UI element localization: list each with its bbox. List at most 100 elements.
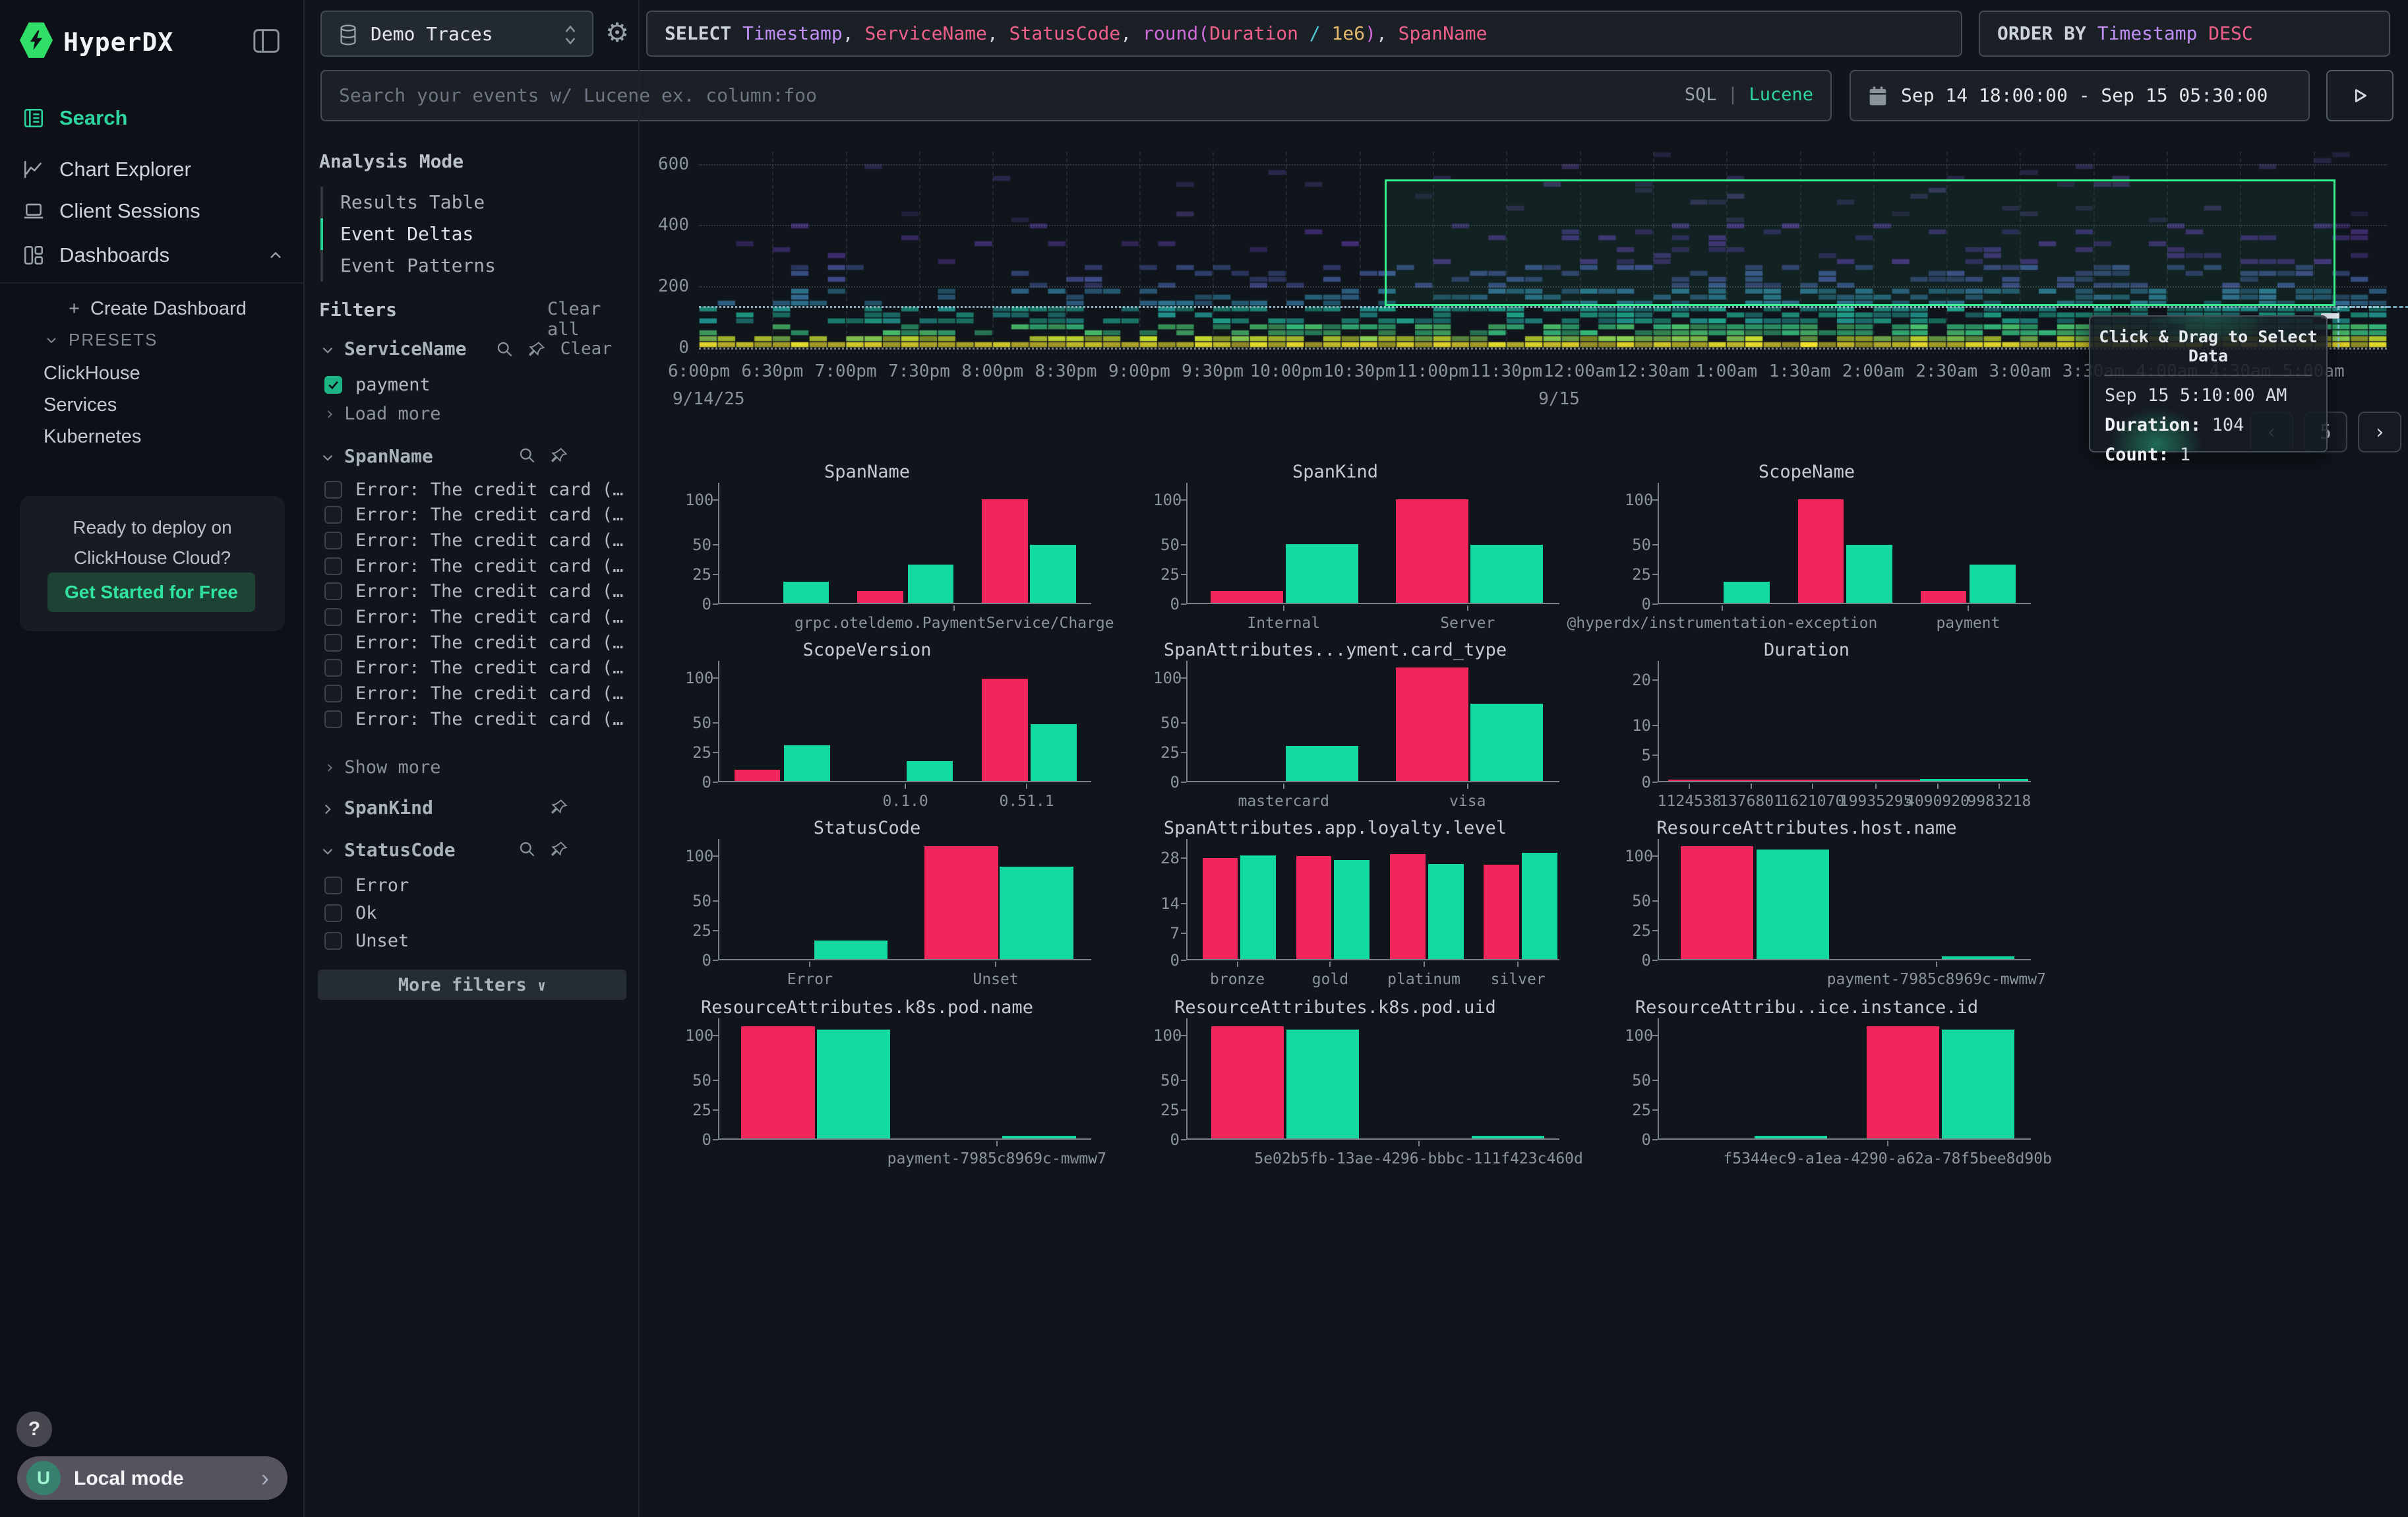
sidebar-item-chart-explorer[interactable]: Chart Explorer xyxy=(0,152,305,187)
create-dashboard-button[interactable]: +Create Dashboard xyxy=(69,298,247,320)
y-tick-mark xyxy=(1652,960,1658,961)
filter-group-spanname[interactable]: SpanName xyxy=(319,445,625,472)
help-button[interactable]: ? xyxy=(16,1411,52,1447)
chart-title: SpanAttributes...yment.card_type xyxy=(1153,640,1517,660)
y-tick-label: 20 xyxy=(1625,671,1651,689)
filter-checkbox-row[interactable]: payment xyxy=(324,371,615,398)
show-more-button[interactable]: ›Show more xyxy=(324,757,441,778)
y-tick-mark xyxy=(713,677,718,679)
sidebar-item-dashboards[interactable]: Dashboards xyxy=(0,237,305,273)
checkbox[interactable] xyxy=(324,608,342,626)
sidebar-item-search[interactable]: Search xyxy=(0,100,305,136)
bar xyxy=(1942,956,2014,959)
bar xyxy=(1867,1026,1939,1138)
chart-plot[interactable] xyxy=(1658,666,2031,782)
filter-checkbox-row[interactable]: Error: The credit card (… xyxy=(324,553,615,579)
checkbox[interactable] xyxy=(324,904,342,922)
panel-collapse-icon xyxy=(252,28,281,54)
x-tick-mark xyxy=(1026,784,1027,789)
checkbox[interactable] xyxy=(324,685,342,702)
pin-icon[interactable] xyxy=(528,340,546,358)
preset-clickhouse[interactable]: ClickHouse xyxy=(44,363,140,385)
chart-plot[interactable] xyxy=(1186,1024,1559,1140)
filter-checkbox-row[interactable]: Ok xyxy=(324,900,615,926)
promo-line-1: Ready to deploy on xyxy=(20,517,285,538)
y-tick-label: 5 xyxy=(1625,746,1651,764)
clickhouse-cloud-promo-card: Ready to deploy on ClickHouse Cloud? Get… xyxy=(20,496,285,631)
filter-checkbox-row[interactable]: Error: The credit card (… xyxy=(324,578,615,605)
filter-checkbox-row[interactable]: Unset xyxy=(324,927,615,954)
checkbox[interactable] xyxy=(324,877,342,894)
y-tick-mark xyxy=(713,604,718,605)
chart-plot[interactable] xyxy=(1186,844,1559,960)
checkbox[interactable] xyxy=(324,659,342,677)
preset-kubernetes[interactable]: Kubernetes xyxy=(44,426,141,448)
y-tick-mark xyxy=(1652,725,1658,726)
preset-services[interactable]: Services xyxy=(44,394,117,416)
bar xyxy=(1755,1136,1827,1138)
filter-checkbox-row[interactable]: Error: The credit card (… xyxy=(324,476,615,503)
filter-group-spankind[interactable]: SpanKind xyxy=(319,797,625,823)
chart-plot[interactable] xyxy=(718,488,1091,604)
chart-plot[interactable] xyxy=(1658,488,2031,604)
filter-checkbox-row[interactable]: Error: The credit card (… xyxy=(324,629,615,656)
analysis-mode-item[interactable]: Event Deltas xyxy=(320,218,624,250)
search-icon[interactable] xyxy=(518,840,536,858)
presets-toggle[interactable]: PRESETS xyxy=(44,330,158,350)
filter-checkbox-row[interactable]: Error: The credit card (… xyxy=(324,502,615,528)
more-filters-button[interactable]: More filters ∨ xyxy=(318,970,626,1000)
chart-plot[interactable] xyxy=(1186,488,1559,604)
filter-checkbox-row[interactable]: Error: The credit card (… xyxy=(324,527,615,553)
sidebar-item-client-sessions[interactable]: Client Sessions xyxy=(0,193,305,229)
y-tick-mark xyxy=(1181,933,1186,934)
checkbox[interactable] xyxy=(324,532,342,549)
filter-checkbox-row[interactable]: Error: The credit card (… xyxy=(324,706,615,732)
bar-chart-statuscode: StatusCode10050250ErrorUnset xyxy=(685,818,1094,993)
check-icon xyxy=(327,379,340,391)
search-icon[interactable] xyxy=(518,447,536,464)
filter-group-servicename[interactable]: ServiceName Clear xyxy=(319,338,625,364)
checkbox[interactable] xyxy=(324,557,342,575)
filter-checkbox-row[interactable]: Error: The credit card (… xyxy=(324,604,615,631)
chart-plot[interactable] xyxy=(718,844,1091,960)
checkbox[interactable] xyxy=(324,710,342,728)
load-more-button[interactable]: ›Load more xyxy=(324,404,441,424)
chart-plot[interactable] xyxy=(718,666,1091,782)
chevron-right-icon: › xyxy=(261,1464,269,1492)
x-tick-label: payment-7985c8969c-mwmw7 xyxy=(1765,971,2108,988)
checkbox[interactable] xyxy=(324,506,342,524)
search-icon[interactable] xyxy=(496,340,514,358)
filter-checkbox-row[interactable]: Error xyxy=(324,872,615,898)
filter-checkbox-row[interactable]: Error: The credit card (… xyxy=(324,655,615,681)
y-tick-label: 100 xyxy=(1625,847,1651,865)
analysis-mode-item[interactable]: Event Patterns xyxy=(320,250,624,282)
filter-group-statuscode[interactable]: StatusCode xyxy=(319,839,625,865)
clear-all-filters[interactable]: Clear all xyxy=(547,299,638,340)
x-tick-label: payment-7985c8969c-mwmw7 xyxy=(826,1150,1168,1167)
y-tick-label: 100 xyxy=(1625,1026,1651,1045)
pin-icon[interactable] xyxy=(551,840,568,858)
chart-plot[interactable] xyxy=(718,1024,1091,1140)
x-tick-mark xyxy=(1722,605,1723,611)
y-tick-mark xyxy=(713,782,718,783)
chart-plot[interactable] xyxy=(1186,666,1559,782)
pin-icon[interactable] xyxy=(551,447,568,464)
user-menu[interactable]: U Local mode › xyxy=(17,1456,287,1500)
chart-line-icon xyxy=(22,158,45,181)
hyperdx-logo-icon[interactable] xyxy=(20,22,53,59)
checkbox[interactable] xyxy=(324,932,342,950)
clear-group-button[interactable]: Clear xyxy=(560,339,612,359)
checkbox[interactable] xyxy=(324,582,342,600)
checkbox[interactable] xyxy=(324,481,342,499)
y-tick-label: 0 xyxy=(685,595,711,613)
sidebar-collapse-button[interactable] xyxy=(252,28,281,54)
chart-plot[interactable] xyxy=(1658,1024,2031,1140)
checkbox[interactable] xyxy=(324,634,342,652)
get-started-button[interactable]: Get Started for Free xyxy=(47,573,255,612)
filter-checkbox-row[interactable]: Error: The credit card (… xyxy=(324,681,615,707)
pin-icon[interactable] xyxy=(551,798,568,816)
chart-plot[interactable] xyxy=(1658,844,2031,960)
analysis-mode-list: Results TableEvent DeltasEvent Patterns xyxy=(320,187,624,282)
analysis-mode-item[interactable]: Results Table xyxy=(320,187,624,218)
checkbox[interactable] xyxy=(324,376,342,394)
